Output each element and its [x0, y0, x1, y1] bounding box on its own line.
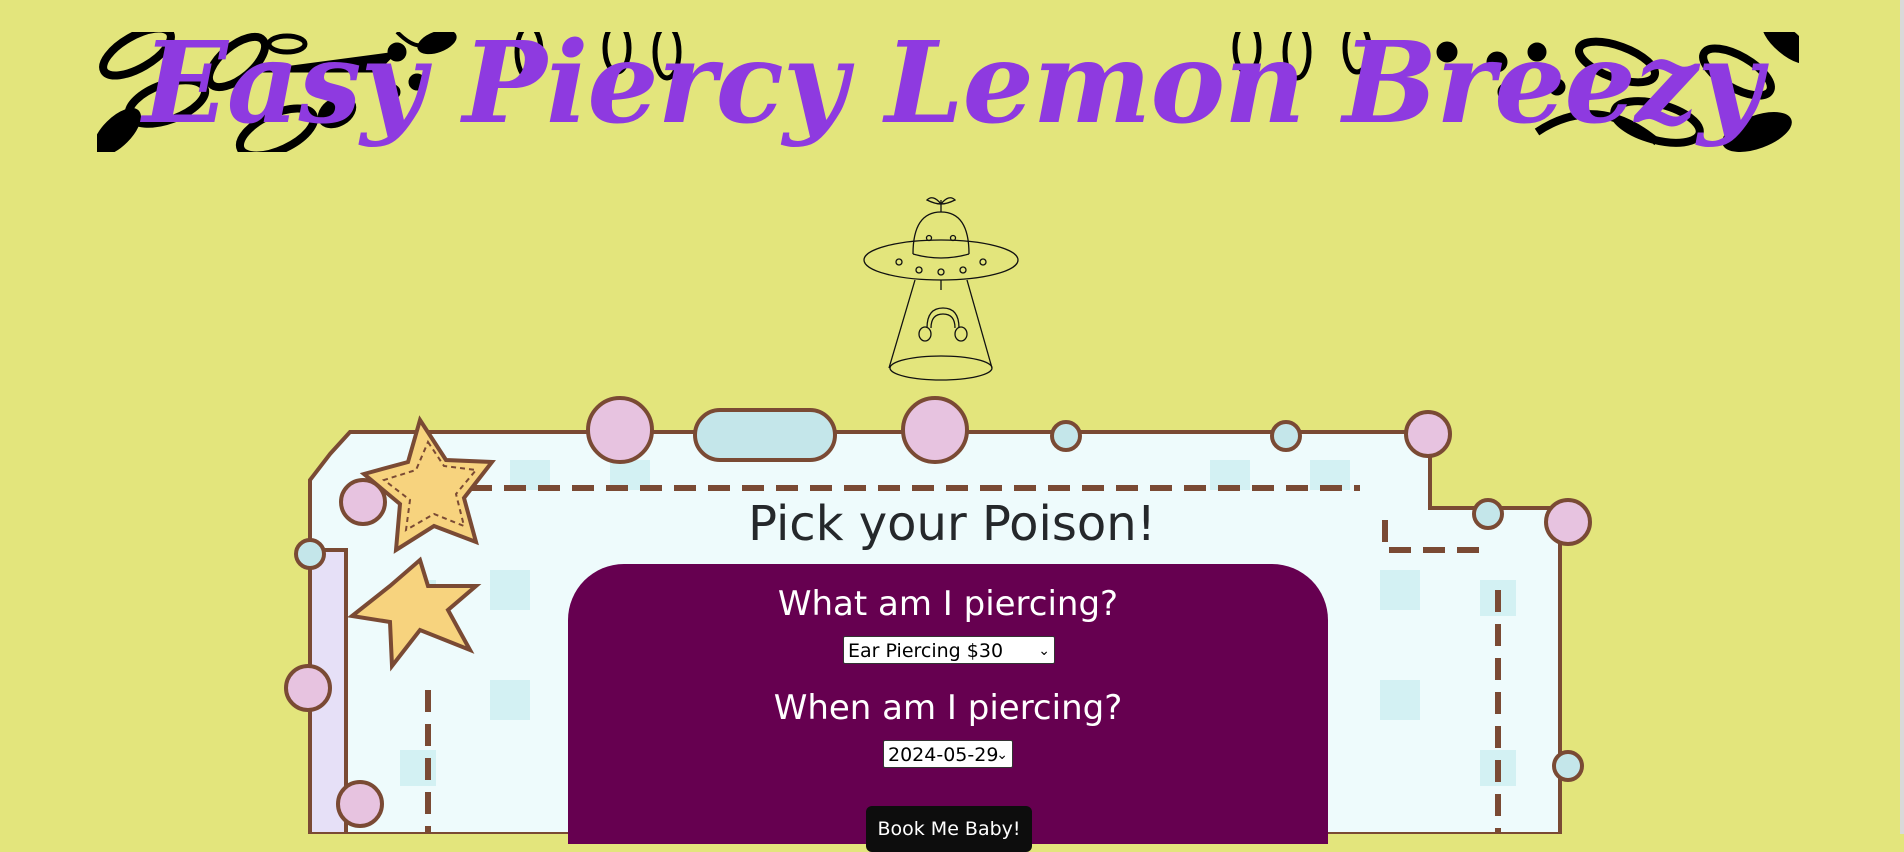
scrollbar[interactable] — [1900, 0, 1904, 834]
piercing-question-label: What am I piercing? — [777, 584, 1119, 624]
chevron-down-icon: ⌄ — [1038, 643, 1050, 659]
piercing-select[interactable]: Ear Piercing $30 ⌄ — [843, 636, 1055, 664]
ufo-icon — [857, 190, 1027, 390]
booking-form: What am I piercing? Ear Piercing $30 ⌄ W… — [568, 564, 1328, 852]
date-select-value: 2024-05-29 — [888, 744, 999, 766]
page-heading: Pick your Poison! — [748, 496, 1156, 552]
date-select[interactable]: 2024-05-29 ⌄ — [883, 740, 1013, 768]
site-title: Easy Piercy Lemon Breezy — [142, 18, 1763, 149]
date-question-label: When am I piercing? — [773, 688, 1123, 728]
book-button[interactable]: Book Me Baby! — [866, 806, 1032, 852]
chevron-down-icon: ⌄ — [996, 747, 1008, 763]
piercing-select-value: Ear Piercing $30 — [848, 640, 1004, 662]
